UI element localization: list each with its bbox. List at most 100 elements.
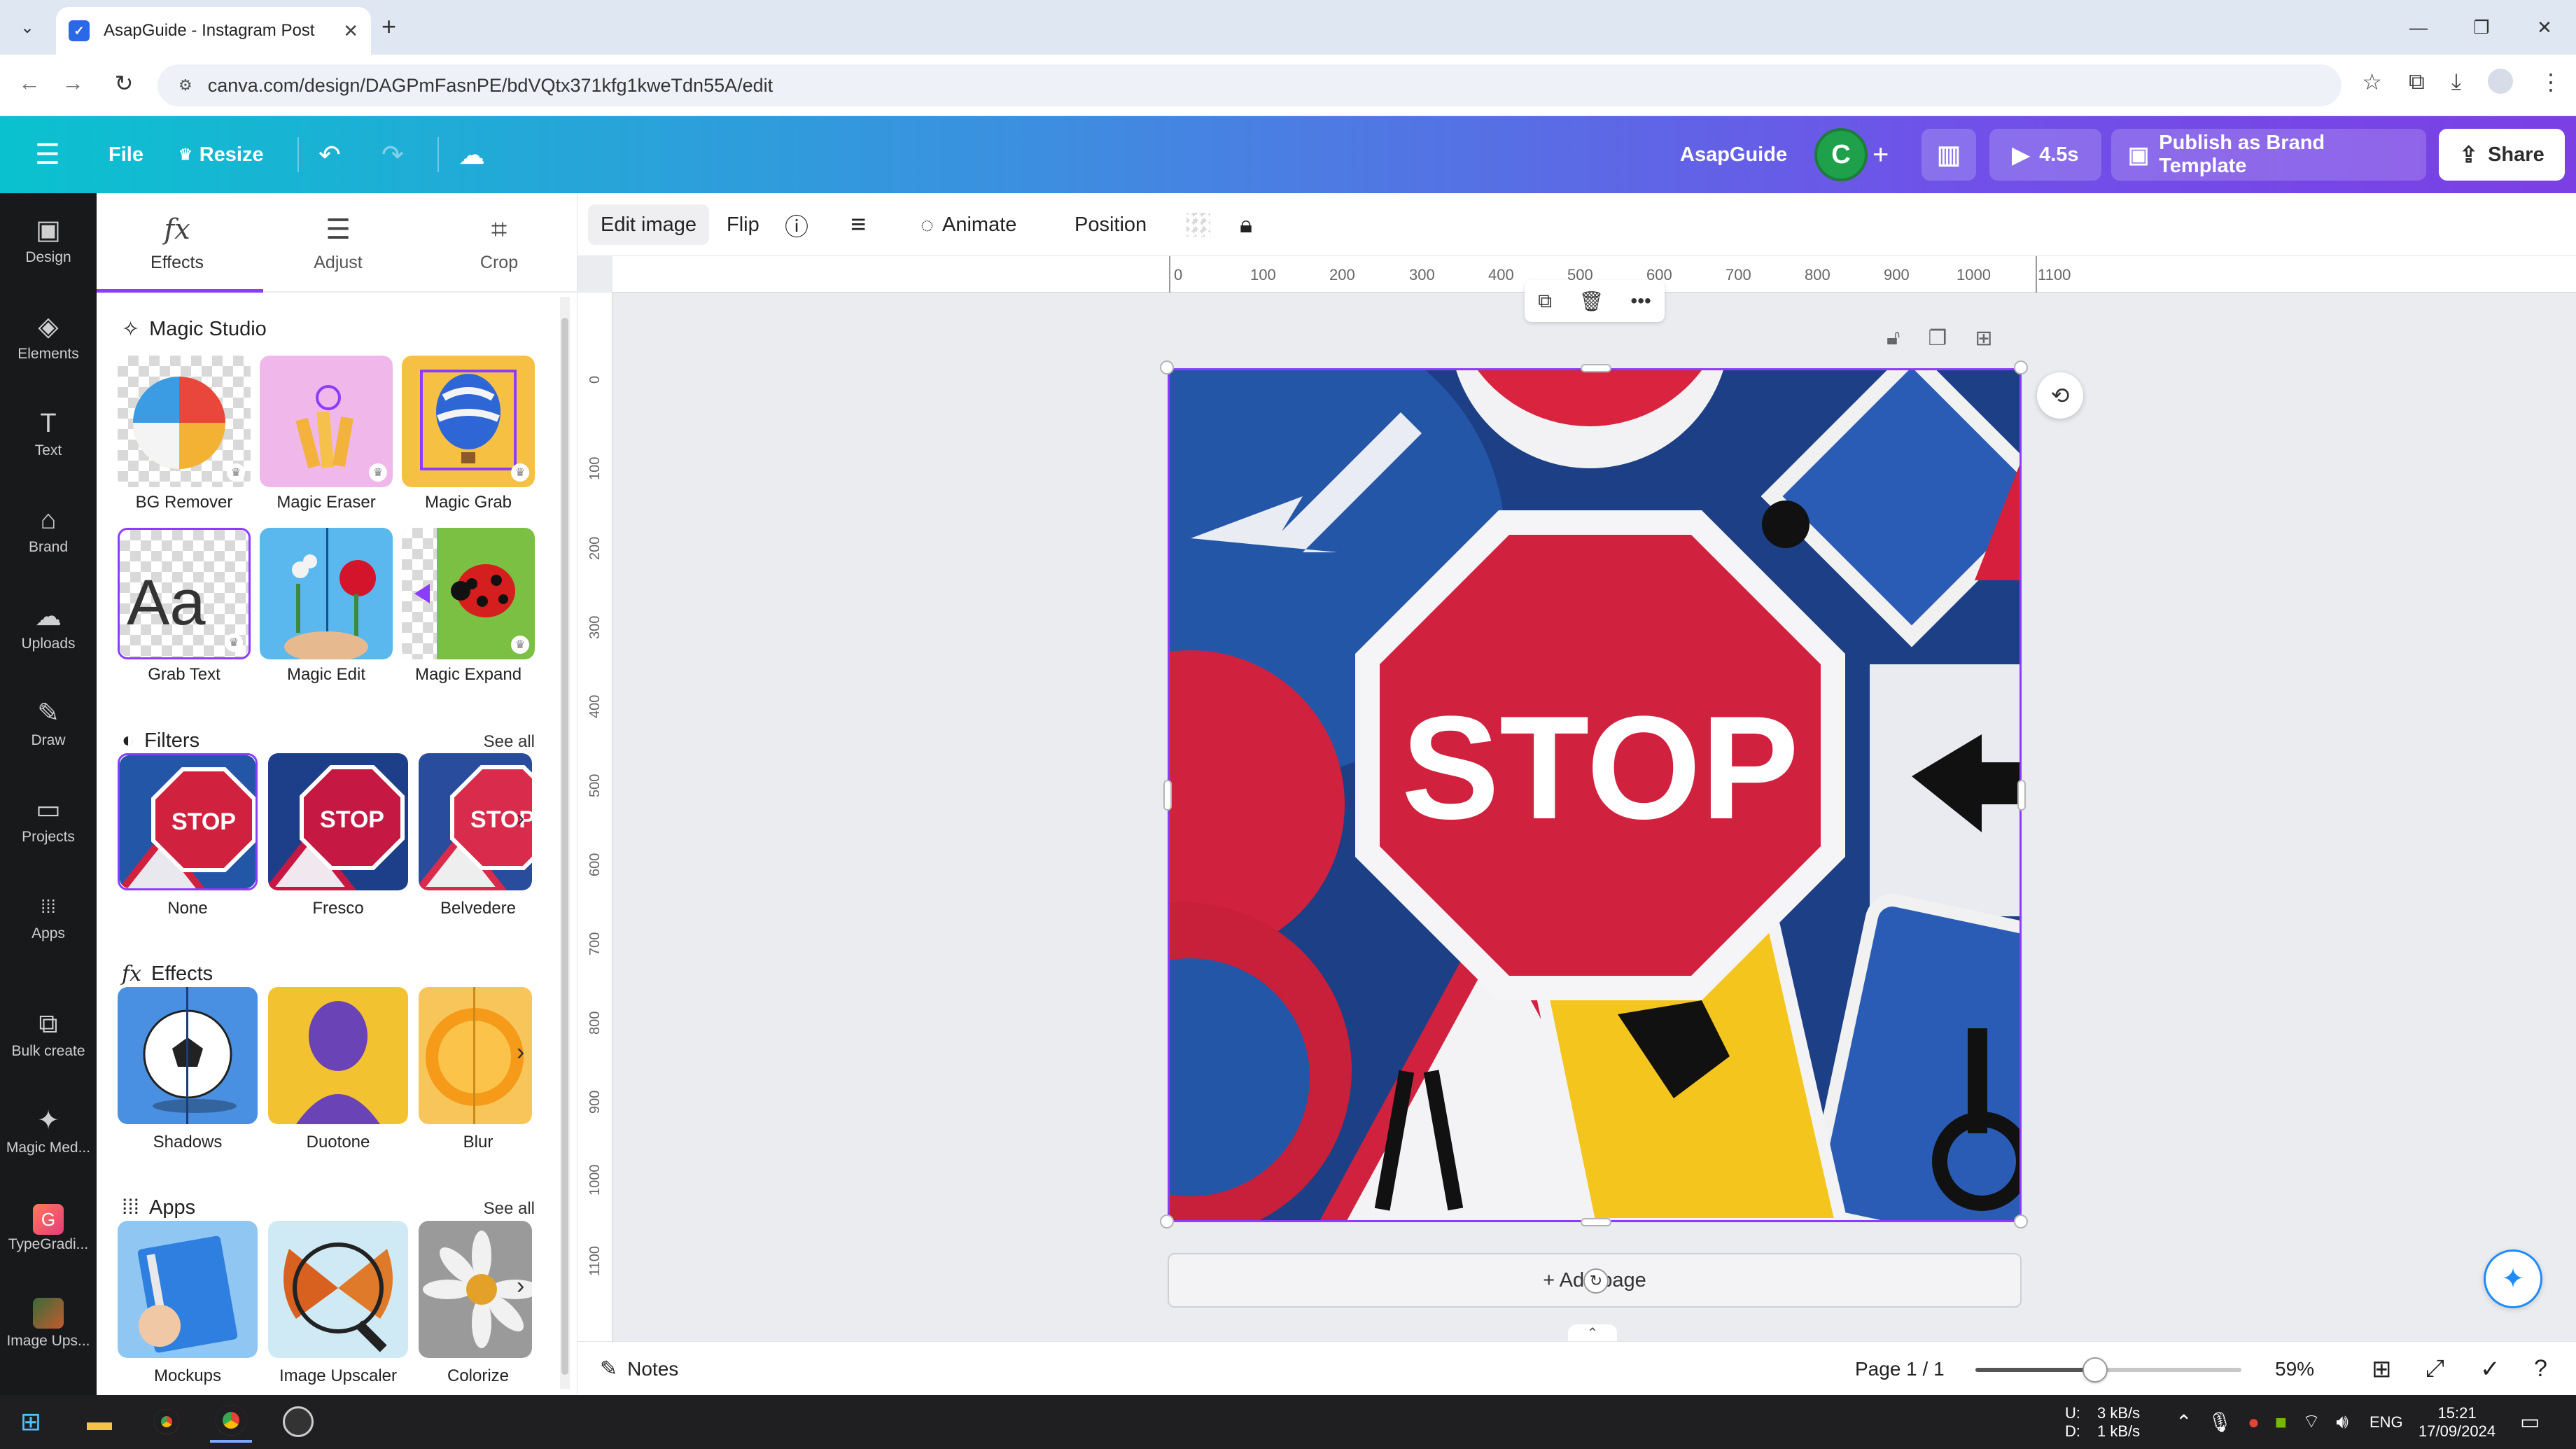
app-colorize[interactable] <box>419 1221 532 1358</box>
share-button[interactable]: ⇪ Share <box>2439 129 2565 181</box>
menu-hamburger-icon[interactable]: ☰ <box>35 116 60 193</box>
file-menu-button[interactable]: File <box>108 116 144 193</box>
restore-button[interactable]: ❐ <box>2450 0 2513 55</box>
panel-scroll-thumb[interactable] <box>561 318 568 1375</box>
language-indicator[interactable]: ENG <box>2370 1395 2403 1449</box>
panel-scrollbar[interactable] <box>560 297 570 1389</box>
refresh-comment-icon[interactable]: ⟲ <box>2037 372 2083 419</box>
rail-item-bulk-create[interactable]: ⧉ Bulk create <box>0 1008 97 1060</box>
extensions-icon[interactable]: ⧉ <box>2409 69 2425 95</box>
effects-next-arrow-icon[interactable]: › <box>517 1039 524 1066</box>
zoom-slider-knob[interactable] <box>2082 1357 2108 1382</box>
notifications-icon[interactable]: ▭ <box>2520 1395 2540 1449</box>
windows-start-icon[interactable]: ⊞ <box>10 1401 52 1443</box>
position-button[interactable]: Position <box>1062 204 1159 245</box>
minimize-button[interactable]: — <box>2387 0 2450 55</box>
design-page-selected-image[interactable]: STOP <box>1168 368 2022 1222</box>
tool-magic-grab[interactable]: ♛ <box>402 356 535 487</box>
rail-item-design[interactable]: ▣ Design <box>0 214 97 266</box>
tray-overflow-chevron-icon[interactable]: ⌃ <box>2176 1410 2192 1434</box>
lock-icon[interactable]: 🔒︎ <box>1227 204 1265 245</box>
site-info-icon[interactable]: ⚙ <box>178 76 192 94</box>
tab-effects[interactable]: fx Effects <box>97 193 258 293</box>
chrome-icon[interactable] <box>146 1401 188 1443</box>
volume-icon[interactable]: 🔊︎ <box>2336 1410 2348 1434</box>
duplicate-page-icon[interactable]: ❐ <box>1928 326 1947 351</box>
apps-see-all-link[interactable]: See all <box>484 1199 535 1219</box>
help-icon[interactable]: ? <box>2534 1342 2547 1396</box>
effect-duotone[interactable] <box>268 987 408 1124</box>
tab-adjust[interactable]: ☰ Adjust <box>258 193 419 293</box>
resize-handle-bottom-right[interactable] <box>2014 1214 2028 1228</box>
resize-handle-bottom-left[interactable] <box>1160 1214 1174 1228</box>
tool-grab-text[interactable]: Aa ♛ <box>118 528 251 659</box>
bookmark-star-icon[interactable]: ☆ <box>2362 69 2382 95</box>
rail-item-elements[interactable]: ◈ Elements <box>0 311 97 363</box>
chrome-active-icon[interactable] <box>210 1401 252 1443</box>
present-button[interactable]: ▶ 4.5s <box>1989 129 2101 181</box>
resize-handle-top-right[interactable] <box>2014 360 2028 374</box>
rail-item-typegradient[interactable]: G TypeGradi... <box>0 1201 97 1253</box>
wifi-icon[interactable]: ⌔ <box>2302 1410 2320 1434</box>
insights-chart-icon[interactable]: ▥ <box>1921 129 1976 181</box>
resize-handle-top-left[interactable] <box>1160 360 1174 374</box>
lock-page-icon[interactable]: 🔓︎ <box>1886 326 1900 351</box>
tab-search-chevron-icon[interactable]: ⌄ <box>14 14 41 41</box>
publish-brand-template-button[interactable]: ▣ Publish as Brand Template <box>2111 129 2426 181</box>
zoom-level[interactable]: 59% <box>2275 1342 2314 1396</box>
fullscreen-icon[interactable]: ⤢ <box>2426 1342 2444 1396</box>
delete-trash-icon[interactable]: 🗑︎ <box>1579 290 1604 313</box>
app-image-upscaler[interactable] <box>268 1221 408 1358</box>
rail-item-text[interactable]: T Text <box>0 407 97 459</box>
rail-item-brand[interactable]: ⌂ Brand <box>0 504 97 556</box>
rail-item-uploads[interactable]: ☁ Uploads <box>0 601 97 652</box>
tab-crop[interactable]: ⌗ Crop <box>419 193 580 293</box>
notes-button[interactable]: ✎ Notes <box>600 1342 678 1396</box>
rail-item-image-upscaler[interactable]: Image Ups... <box>0 1298 97 1350</box>
cloud-saved-icon[interactable]: ☁ <box>458 116 485 193</box>
effect-blur[interactable] <box>419 987 532 1124</box>
duplicate-element-icon[interactable]: ⧉ <box>1538 290 1552 313</box>
tool-magic-expand[interactable]: ♛ <box>402 528 535 659</box>
show-pages-caret-icon[interactable]: ⌃ <box>1568 1324 1617 1341</box>
rotate-element-icon[interactable]: ↻ <box>1583 1268 1609 1294</box>
recording-dot-icon[interactable]: ● <box>2248 1411 2260 1434</box>
rail-item-magic-media[interactable]: ✦ Magic Med... <box>0 1105 97 1156</box>
new-tab-button[interactable]: + <box>382 14 396 39</box>
resize-handle-bottom[interactable] <box>1581 1218 1611 1226</box>
forward-arrow-icon[interactable]: → <box>57 70 88 96</box>
back-arrow-icon[interactable]: ← <box>14 70 45 96</box>
rail-item-apps[interactable]: ⁞⁞⁞ Apps <box>0 890 97 942</box>
microphone-icon[interactable]: 🎙︎ <box>2207 1410 2232 1434</box>
app-mockups[interactable] <box>118 1221 258 1358</box>
transparency-icon[interactable] <box>1174 204 1223 245</box>
canva-assistant-sparkle-icon[interactable]: ✦ <box>2484 1250 2542 1308</box>
obs-recorder-icon[interactable] <box>277 1401 319 1443</box>
nvidia-icon[interactable]: ■ <box>2275 1411 2287 1434</box>
url-field[interactable]: ⚙ canva.com/design/DAGPmFasnPE/bdVQtx371… <box>158 64 2342 106</box>
rail-item-draw[interactable]: ✎ Draw <box>0 697 97 749</box>
resize-handle-top[interactable] <box>1581 364 1611 372</box>
animate-button[interactable]: ◌ Animate <box>908 204 1029 245</box>
resize-handle-right[interactable] <box>2017 780 2026 811</box>
team-name[interactable]: AsapGuide <box>1680 116 1787 193</box>
add-collaborator-icon[interactable]: + <box>1872 116 1889 193</box>
file-explorer-icon[interactable]: ▬ <box>78 1401 120 1443</box>
filter-none[interactable]: STOP <box>118 753 258 890</box>
add-page-icon[interactable]: ⊞ <box>1975 326 1992 351</box>
grid-view-icon[interactable]: ⊞ <box>2372 1342 2392 1396</box>
border-style-icon[interactable]: ≡ <box>838 204 878 245</box>
info-icon[interactable]: ⓘ <box>772 204 821 245</box>
resize-button[interactable]: ♛ Resize <box>178 116 264 193</box>
close-window-button[interactable]: ✕ <box>2513 0 2576 55</box>
reload-icon[interactable]: ↻ <box>108 70 139 97</box>
redo-icon[interactable]: ↷ <box>382 116 404 193</box>
check-circle-icon[interactable]: ✓ <box>2480 1342 2500 1396</box>
filters-see-all-link[interactable]: See all <box>484 732 535 752</box>
tab-close-icon[interactable]: ✕ <box>343 20 358 42</box>
browser-menu-icon[interactable]: ⋮ <box>2540 69 2562 95</box>
filter-fresco[interactable]: STOP <box>268 753 408 890</box>
clock[interactable]: 15:21 17/09/2024 <box>2418 1395 2496 1449</box>
filter-belvedere[interactable]: STOP <box>419 753 532 890</box>
flip-button[interactable]: Flip <box>714 204 772 245</box>
